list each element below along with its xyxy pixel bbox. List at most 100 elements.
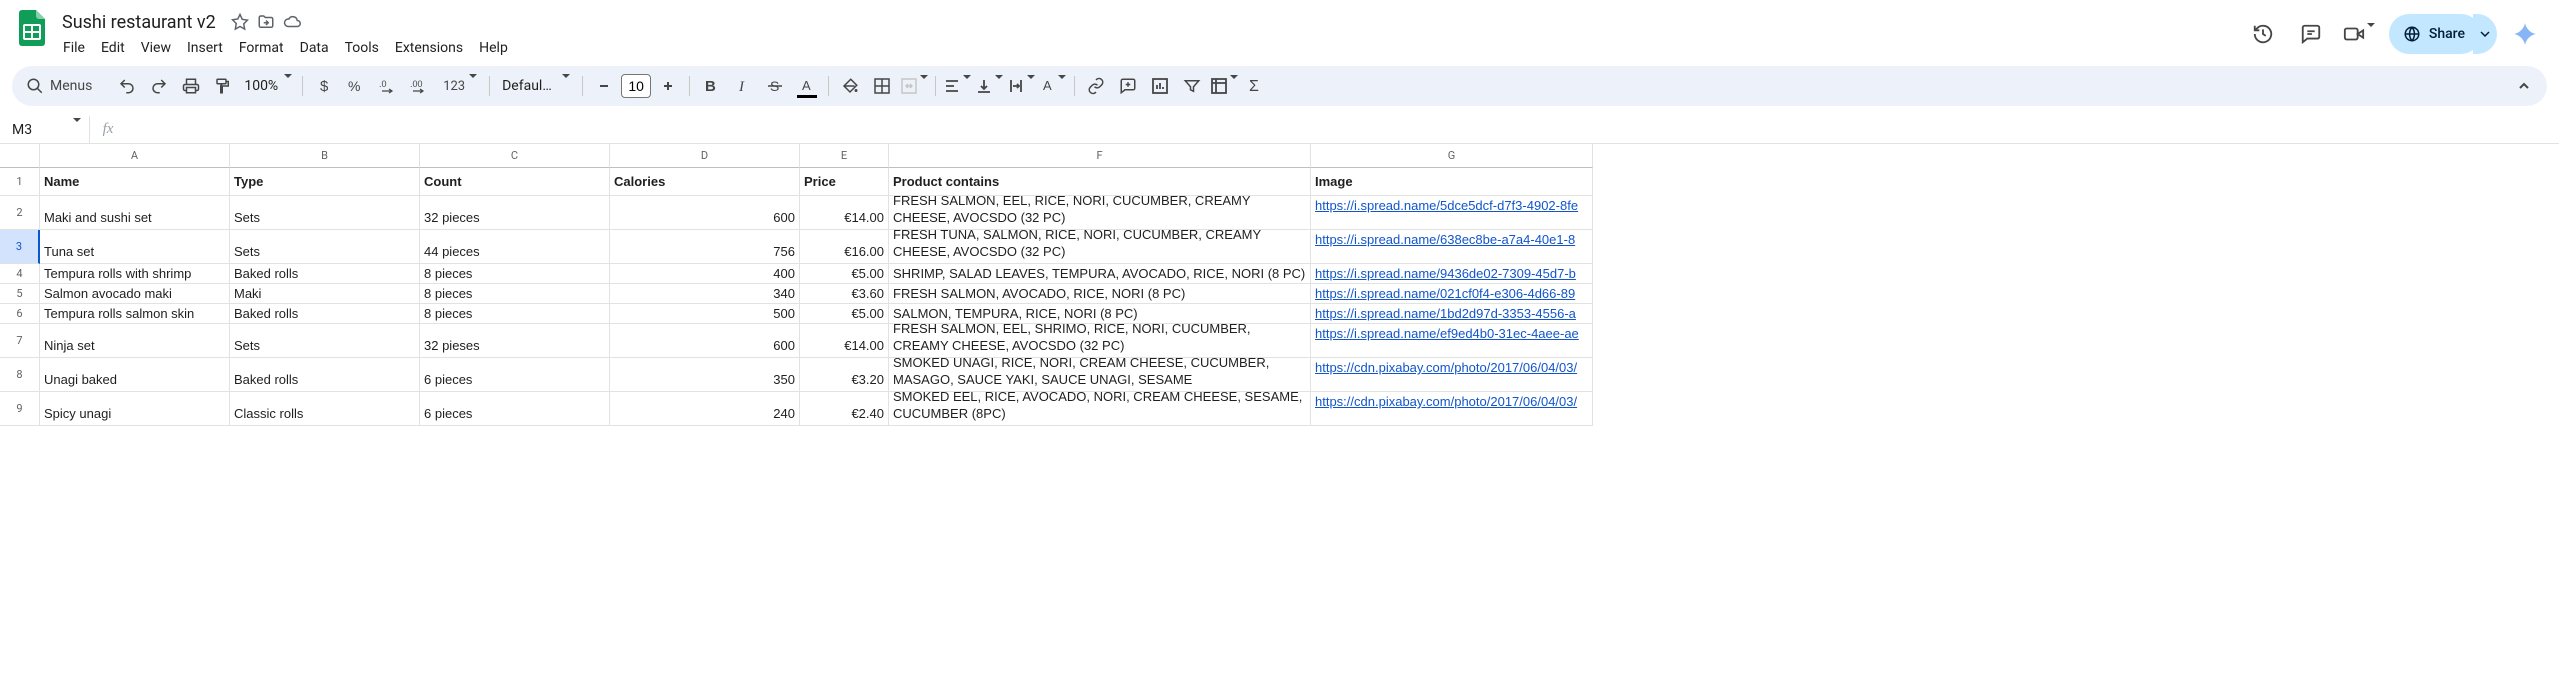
cell[interactable]: 600 [610,324,800,358]
insert-link-button[interactable] [1081,71,1111,101]
name-box[interactable]: M3 [0,116,90,143]
column-header-G[interactable]: G [1311,144,1593,168]
row-header[interactable]: 9 [0,392,40,426]
cell[interactable]: https://i.spread.name/5dce5dcf-d7f3-4902… [1311,196,1593,230]
cell[interactable]: Baked rolls [230,304,420,324]
menu-insert[interactable]: Insert [180,36,230,60]
font-size-input[interactable] [621,74,651,98]
paint-format-button[interactable] [208,71,238,101]
row-header[interactable]: 3 [0,230,40,264]
cell[interactable]: 8 pieces [420,264,610,284]
select-all-corner[interactable] [0,144,40,168]
cell[interactable]: 8 pieces [420,284,610,304]
cell[interactable]: Sets [230,324,420,358]
cell[interactable]: 6 pieces [420,392,610,426]
move-icon[interactable] [254,10,278,34]
horizontal-align-button[interactable] [942,71,972,101]
cell[interactable]: Maki [230,284,420,304]
cell[interactable]: 340 [610,284,800,304]
cell[interactable]: https://i.spread.name/638ec8be-a7a4-40e1… [1311,230,1593,264]
comment-icon[interactable] [2293,16,2329,52]
cloud-status-icon[interactable] [280,10,304,34]
cell[interactable]: Ninja set [40,324,230,358]
cell[interactable]: 350 [610,358,800,392]
star-icon[interactable] [228,10,252,34]
cell[interactable]: €14.00 [800,324,889,358]
borders-button[interactable] [867,71,897,101]
menu-data[interactable]: Data [293,36,336,60]
cell[interactable]: Unagi baked [40,358,230,392]
share-dropdown[interactable] [2473,14,2497,54]
print-button[interactable] [176,71,206,101]
history-icon[interactable] [2245,16,2281,52]
cell[interactable]: 8 pieces [420,304,610,324]
row-header[interactable]: 7 [0,324,40,358]
cell[interactable]: FRESH SALMON, EEL, RICE, NORI, CUCUMBER,… [889,196,1311,230]
menu-edit[interactable]: Edit [94,36,132,60]
column-header-F[interactable]: F [889,144,1311,168]
text-rotation-button[interactable]: A [1038,71,1068,101]
cell[interactable]: https://i.spread.name/ef9ed4b0-31ec-4aee… [1311,324,1593,358]
menu-search[interactable]: Menus [18,71,104,101]
menu-tools[interactable]: Tools [338,36,386,60]
zoom-select[interactable]: 100% [240,78,296,94]
cell[interactable]: Name [40,168,230,196]
text-color-button[interactable]: A [792,71,822,101]
column-header-B[interactable]: B [230,144,420,168]
cell[interactable]: Classic rolls [230,392,420,426]
more-formats-button[interactable]: 123 [437,71,483,101]
cell[interactable]: 756 [610,230,800,264]
column-header-E[interactable]: E [800,144,889,168]
undo-button[interactable] [112,71,142,101]
cell[interactable]: https://i.spread.name/1bd2d97d-3353-4556… [1311,304,1593,324]
formula-input[interactable] [126,116,2559,143]
format-percent-button[interactable]: % [341,71,371,101]
cell[interactable]: SHRIMP, SALAD LEAVES, TEMPURA, AVOCADO, … [889,264,1311,284]
cell[interactable]: 500 [610,304,800,324]
cell[interactable]: FRESH SALMON, AVOCADO, RICE, NORI (8 PC) [889,284,1311,304]
document-title[interactable]: Sushi restaurant v2 [56,11,222,34]
cell[interactable]: FRESH SALMON, EEL, SHRIMO, RICE, NORI, C… [889,324,1311,358]
vertical-align-button[interactable] [974,71,1004,101]
cell[interactable]: 32 pieces [420,196,610,230]
cell[interactable]: €2.40 [800,392,889,426]
cell[interactable]: SMOKED UNAGI, RICE, NORI, CREAM CHEESE, … [889,358,1311,392]
filter-button[interactable] [1177,71,1207,101]
increase-decimal-button[interactable]: .00 [405,71,435,101]
cell[interactable]: Maki and sushi set [40,196,230,230]
cell[interactable]: 400 [610,264,800,284]
meet-icon[interactable] [2341,16,2377,52]
cell[interactable]: €5.00 [800,304,889,324]
cell[interactable]: https://cdn.pixabay.com/photo/2017/06/04… [1311,358,1593,392]
column-header-C[interactable]: C [420,144,610,168]
bold-button[interactable]: B [696,71,726,101]
merge-cells-button[interactable] [899,71,929,101]
cell[interactable]: https://cdn.pixabay.com/photo/2017/06/04… [1311,392,1593,426]
row-header[interactable]: 4 [0,264,40,284]
column-header-D[interactable]: D [610,144,800,168]
font-select[interactable]: Defaul… [496,78,576,94]
increase-font-button[interactable] [653,71,683,101]
cell[interactable]: Price [800,168,889,196]
cell[interactable]: Count [420,168,610,196]
cell[interactable]: Type [230,168,420,196]
row-header[interactable]: 2 [0,196,40,230]
strikethrough-button[interactable]: S [760,71,790,101]
cell[interactable]: https://i.spread.name/021cf0f4-e306-4d66… [1311,284,1593,304]
cell[interactable]: €5.00 [800,264,889,284]
insert-chart-button[interactable] [1145,71,1175,101]
gemini-icon[interactable] [2509,18,2541,50]
cell[interactable]: Spicy unagi [40,392,230,426]
cell[interactable]: €3.60 [800,284,889,304]
menu-help[interactable]: Help [472,36,515,60]
row-header[interactable]: 6 [0,304,40,324]
menu-file[interactable]: File [56,36,92,60]
cell[interactable]: Baked rolls [230,358,420,392]
cell[interactable]: 600 [610,196,800,230]
column-header-A[interactable]: A [40,144,230,168]
share-button[interactable]: Share [2389,14,2481,54]
decrease-decimal-button[interactable]: .0 [373,71,403,101]
spreadsheet-grid[interactable]: 123456789 ABCDEFG NameTypeCountCaloriesP… [0,144,2559,687]
cell[interactable]: SALMON, TEMPURA, RICE, NORI (8 PC) [889,304,1311,324]
cell[interactable]: €16.00 [800,230,889,264]
